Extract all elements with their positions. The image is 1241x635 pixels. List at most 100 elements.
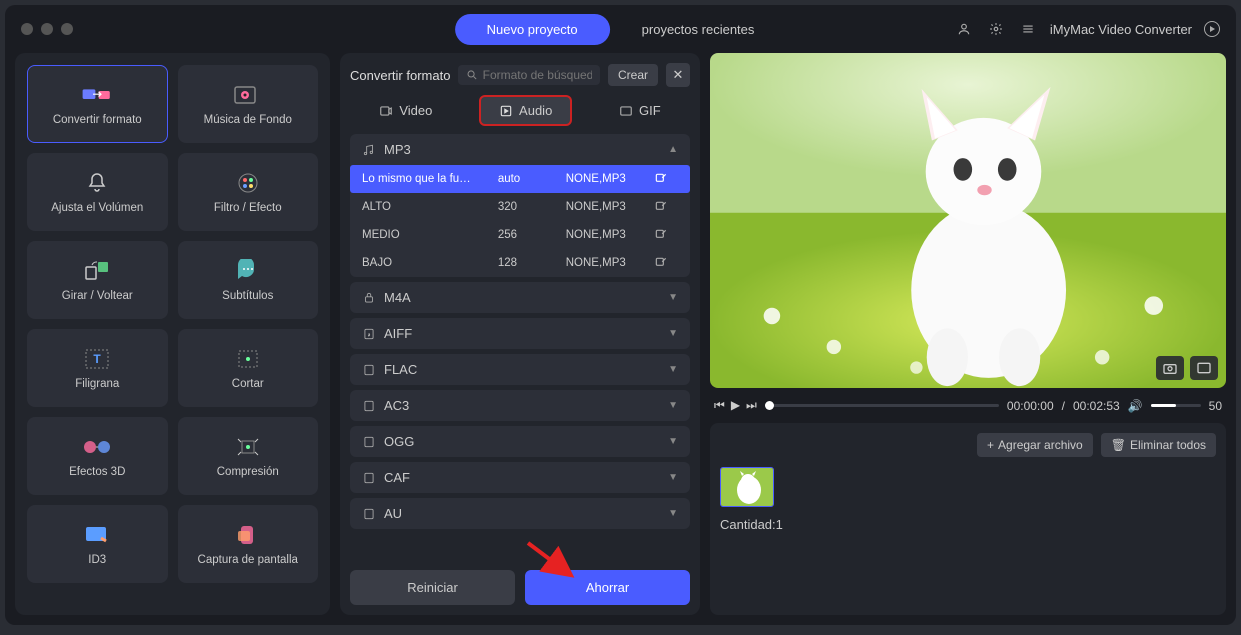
- play-button[interactable]: ▶: [731, 398, 740, 413]
- group-head-mp3[interactable]: MP3 ▲: [350, 134, 690, 165]
- audio-file-icon: [362, 399, 376, 413]
- chevron-down-icon: ▼: [668, 472, 678, 483]
- count-value: 1: [776, 517, 783, 532]
- chevron-down-icon: ▼: [668, 292, 678, 303]
- snapshot-button[interactable]: [1156, 356, 1184, 380]
- music-note-icon: [362, 143, 376, 157]
- tab-label: Audio: [519, 103, 552, 118]
- edit-icon[interactable]: [654, 256, 668, 270]
- app-name: iMyMac Video Converter: [1050, 22, 1192, 37]
- sidebar-item-3d-effects[interactable]: Efectos 3D: [27, 417, 168, 495]
- quality-row-same[interactable]: Lo mismo que la fu… auto NONE,MP3: [350, 165, 690, 193]
- plus-icon: +: [987, 438, 994, 452]
- user-icon[interactable]: [954, 19, 974, 39]
- edit-icon[interactable]: [654, 172, 668, 186]
- audio-file-icon: [362, 471, 376, 485]
- edit-icon[interactable]: [654, 228, 668, 242]
- search-icon: [466, 68, 478, 82]
- audio-file-icon: [362, 435, 376, 449]
- audio-file-icon: [362, 363, 376, 377]
- codec: NONE,MP3: [566, 173, 654, 185]
- sidebar-item-screenshot[interactable]: Captura de pantalla: [178, 505, 319, 583]
- group-head[interactable]: AU▼: [350, 498, 690, 529]
- sidebar-item-compression[interactable]: Compresión: [178, 417, 319, 495]
- sidebar-item-crop[interactable]: Cortar: [178, 329, 319, 407]
- traffic-max[interactable]: [61, 23, 73, 35]
- quality-row-high[interactable]: ALTO 320 NONE,MP3: [350, 193, 690, 221]
- convert-icon: [81, 82, 113, 108]
- watermark-icon: T: [81, 346, 113, 372]
- crop-icon: [232, 346, 264, 372]
- sidebar-item-convert-format[interactable]: Convertir formato: [27, 65, 168, 143]
- group-head[interactable]: CAF▼: [350, 462, 690, 493]
- chevron-down-icon: ▼: [668, 364, 678, 375]
- remove-all-button[interactable]: 🗑Eliminar todos: [1101, 433, 1216, 457]
- close-panel-button[interactable]: ✕: [666, 63, 690, 87]
- time-total: 00:02:53: [1073, 399, 1120, 413]
- group-head[interactable]: AC3▼: [350, 390, 690, 421]
- quality-row-low[interactable]: BAJO 128 NONE,MP3: [350, 249, 690, 277]
- group-head[interactable]: M4A▼: [350, 282, 690, 313]
- tab-video[interactable]: Video: [361, 97, 450, 124]
- tab-recent-projects[interactable]: proyectos recientes: [610, 14, 787, 45]
- quality-row-medium[interactable]: MEDIO 256 NONE,MP3: [350, 221, 690, 249]
- sidebar-item-filter-effect[interactable]: Filtro / Efecto: [178, 153, 319, 231]
- traffic-min[interactable]: [41, 23, 53, 35]
- sidebar-item-adjust-volume[interactable]: Ajusta el Volúmen: [27, 153, 168, 231]
- file-count: Cantidad:1: [720, 517, 1216, 532]
- sidebar-item-rotate-flip[interactable]: Girar / Voltear: [27, 241, 168, 319]
- trash-icon: 🗑: [1111, 438, 1126, 452]
- panel-title: Convertir formato: [350, 68, 450, 83]
- next-button[interactable]: ⏭: [746, 398, 757, 413]
- screenshot-icon: [232, 522, 264, 548]
- sidebar-item-watermark[interactable]: T Filigrana: [27, 329, 168, 407]
- bitrate: 128: [498, 257, 566, 269]
- sidebar: Convertir formato Música de Fondo Ajusta…: [15, 53, 330, 615]
- chevron-down-icon: ▼: [668, 400, 678, 411]
- tile-label: Girar / Voltear: [62, 290, 133, 302]
- convert-panel-header: Convertir formato Crear ✕: [350, 63, 690, 87]
- group-head[interactable]: OGG▼: [350, 426, 690, 457]
- count-label: Cantidad:: [720, 517, 776, 532]
- tab-label: GIF: [639, 103, 661, 118]
- group-head[interactable]: ♪AIFF▼: [350, 318, 690, 349]
- volume-icon[interactable]: 🔊: [1128, 399, 1143, 413]
- tab-audio[interactable]: Audio: [481, 97, 570, 124]
- search-input-wrap[interactable]: [458, 65, 600, 85]
- prev-button[interactable]: ⏮: [714, 398, 725, 413]
- add-file-button[interactable]: +Agregar archivo: [977, 433, 1093, 457]
- edit-icon[interactable]: [654, 200, 668, 214]
- progress-bar[interactable]: [765, 404, 999, 407]
- time-current: 00:00:00: [1007, 399, 1054, 413]
- group-head[interactable]: FLAC▼: [350, 354, 690, 385]
- create-button[interactable]: Crear: [608, 64, 658, 86]
- menu-icon[interactable]: [1018, 19, 1038, 39]
- format-group-au: AU▼: [350, 498, 690, 529]
- volume-slider[interactable]: [1151, 404, 1201, 407]
- music-icon: [232, 82, 264, 108]
- audio-icon: [499, 104, 513, 118]
- reset-button[interactable]: Reiniciar: [350, 570, 515, 605]
- search-input[interactable]: [483, 68, 592, 82]
- tab-gif[interactable]: GIF: [601, 97, 679, 124]
- gear-icon[interactable]: [986, 19, 1006, 39]
- quality-label: Lo mismo que la fu…: [362, 173, 498, 185]
- titlebar-right: iMyMac Video Converter: [954, 19, 1220, 39]
- sidebar-item-id3[interactable]: ID3: [27, 505, 168, 583]
- tab-new-project[interactable]: Nuevo proyecto: [455, 14, 610, 45]
- tile-label: Música de Fondo: [204, 114, 292, 126]
- tile-label: ID3: [88, 554, 106, 566]
- sidebar-item-background-music[interactable]: Música de Fondo: [178, 65, 319, 143]
- progress-thumb[interactable]: [765, 401, 774, 410]
- titlebar: Nuevo proyecto proyectos recientes iMyMa…: [5, 5, 1236, 53]
- format-group-caf: CAF▼: [350, 462, 690, 493]
- fullscreen-button[interactable]: [1190, 356, 1218, 380]
- traffic-close[interactable]: [21, 23, 33, 35]
- sidebar-item-subtitles[interactable]: Subtítulos: [178, 241, 319, 319]
- save-button[interactable]: Ahorrar: [525, 570, 690, 605]
- thumbnail-item[interactable]: [720, 467, 774, 507]
- play-circle-icon[interactable]: [1204, 21, 1220, 37]
- video-icon: [379, 104, 393, 118]
- tile-label: Efectos 3D: [69, 466, 125, 478]
- tile-label: Compresión: [217, 466, 279, 478]
